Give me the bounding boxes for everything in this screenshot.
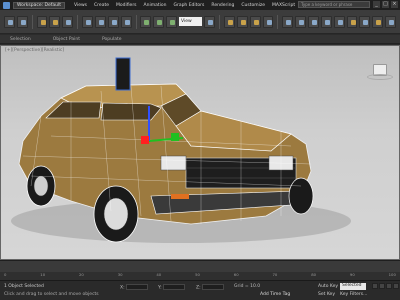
frame-tick: 10 [40, 272, 46, 277]
z-coordinate[interactable]: Z: [196, 284, 224, 291]
menu-bar: Views Create Modifiers Animation Graph E… [74, 3, 312, 8]
track-bar[interactable]: 0 10 20 30 40 50 60 70 80 90 100 [0, 272, 400, 280]
close-button[interactable]: × [391, 1, 398, 8]
menu-item-maxscript[interactable]: MAXScript [272, 3, 295, 8]
layer-manager-icon[interactable] [308, 15, 319, 28]
select-object-icon[interactable] [82, 15, 93, 28]
frame-tick: 70 [272, 272, 278, 277]
render-setup-icon[interactable] [359, 15, 371, 28]
reference-coordinate-dropdown[interactable]: View [178, 17, 203, 26]
app-logo-icon[interactable] [3, 1, 10, 9]
frame-tick: 60 [233, 272, 239, 277]
time-slider[interactable] [0, 260, 400, 272]
workspace-dropdown[interactable]: Workspace: Default [13, 1, 65, 9]
frame-tick: 100 [388, 272, 396, 277]
menu-item-graph-editors[interactable]: Graph Editors [173, 3, 204, 8]
rendered-frame-window-icon[interactable] [372, 15, 384, 28]
playback-controls [372, 283, 399, 289]
frame-tick: 40 [156, 272, 162, 277]
align-icon[interactable] [295, 15, 307, 28]
prompt-line: Click and drag to select and move object… [4, 292, 99, 297]
frame-tick: 0 [4, 272, 7, 277]
schematic-view-icon[interactable] [333, 15, 345, 28]
x-label: X: [120, 285, 125, 291]
frame-tick: 30 [117, 272, 123, 277]
maximize-button[interactable]: □ [382, 1, 389, 8]
toolbar-divider [77, 14, 79, 29]
set-key-button[interactable]: Set Key [318, 292, 335, 297]
undo-icon[interactable] [4, 15, 15, 28]
go-to-start-icon[interactable] [372, 283, 378, 289]
window-crossing-icon[interactable] [120, 15, 132, 28]
z-field[interactable] [201, 284, 224, 290]
x-coordinate[interactable]: X: [120, 284, 148, 291]
y-label: Y: [158, 285, 162, 291]
perspective-viewport[interactable]: [+][Perspective][Realistic] [0, 45, 400, 260]
z-label: Z: [196, 285, 201, 291]
curve-editor-icon[interactable] [320, 15, 332, 28]
window-controls: _ □ × [373, 1, 398, 8]
key-filters-button[interactable]: Key Filters... [340, 292, 367, 297]
search-input[interactable]: Type a keyword or phrase [298, 1, 370, 8]
menu-item-create[interactable]: Create [94, 3, 109, 8]
render-production-icon[interactable] [385, 15, 397, 28]
move-icon[interactable] [140, 15, 152, 28]
main-toolbar: View [0, 10, 400, 34]
snaps-toggle-icon[interactable] [224, 15, 235, 28]
pivot-center-icon[interactable] [204, 15, 216, 28]
menu-item-rendering[interactable]: Rendering [211, 3, 234, 8]
frame-tick: 90 [349, 272, 355, 277]
selection-region-icon[interactable] [107, 15, 119, 28]
percent-snap-icon[interactable] [249, 15, 261, 28]
toolbar-divider [277, 14, 279, 29]
menu-item-animation[interactable]: Animation [144, 3, 167, 8]
y-coordinate[interactable]: Y: [158, 284, 185, 291]
previous-frame-icon[interactable] [379, 283, 385, 289]
auto-key-button[interactable]: Auto Key [318, 284, 338, 289]
frame-tick: 20 [78, 272, 84, 277]
unlink-icon[interactable] [49, 15, 61, 28]
link-icon[interactable] [36, 15, 48, 28]
menu-item-customize[interactable]: Customize [241, 3, 265, 8]
redo-icon[interactable] [16, 15, 28, 28]
spinner-snap-icon[interactable] [262, 15, 274, 28]
add-time-tag-button[interactable]: Add Time Tag [260, 292, 290, 297]
car-wireframe-model[interactable] [1, 46, 400, 260]
key-mode-dropdown[interactable]: Selected [340, 283, 366, 290]
toolbar-divider [135, 14, 137, 29]
tab-populate[interactable]: Populate [102, 37, 122, 42]
menu-item-modifiers[interactable]: Modifiers [116, 3, 137, 8]
scale-icon[interactable] [166, 15, 177, 28]
tab-object-paint[interactable]: Object Paint [53, 37, 80, 42]
minimize-button[interactable]: _ [373, 1, 380, 8]
next-frame-icon[interactable] [393, 283, 399, 289]
status-bar: 1 Object Selected Click and drag to sele… [0, 280, 400, 300]
tab-selection[interactable]: Selection [10, 37, 31, 42]
selection-status: 1 Object Selected [4, 284, 44, 289]
toolbar-divider [219, 14, 220, 29]
material-editor-icon[interactable] [346, 15, 358, 28]
grid-size: Grid = 10.0 [234, 284, 261, 289]
mirror-icon[interactable] [282, 15, 294, 28]
play-icon[interactable] [386, 283, 392, 289]
x-field[interactable] [125, 284, 148, 290]
frame-tick: 50 [195, 272, 200, 277]
angle-snap-icon[interactable] [236, 15, 248, 28]
title-bar: Workspace: Default Views Create Modifier… [0, 0, 400, 10]
bind-space-warp-icon[interactable] [62, 15, 74, 28]
y-field[interactable] [162, 284, 185, 290]
ribbon-tabs: Selection Object Paint Populate [0, 35, 400, 44]
toolbar-divider [31, 14, 33, 29]
frame-tick: 80 [311, 272, 317, 277]
select-by-name-icon[interactable] [94, 15, 106, 28]
menu-item-views[interactable]: Views [74, 3, 87, 8]
rotate-icon[interactable] [153, 15, 165, 28]
